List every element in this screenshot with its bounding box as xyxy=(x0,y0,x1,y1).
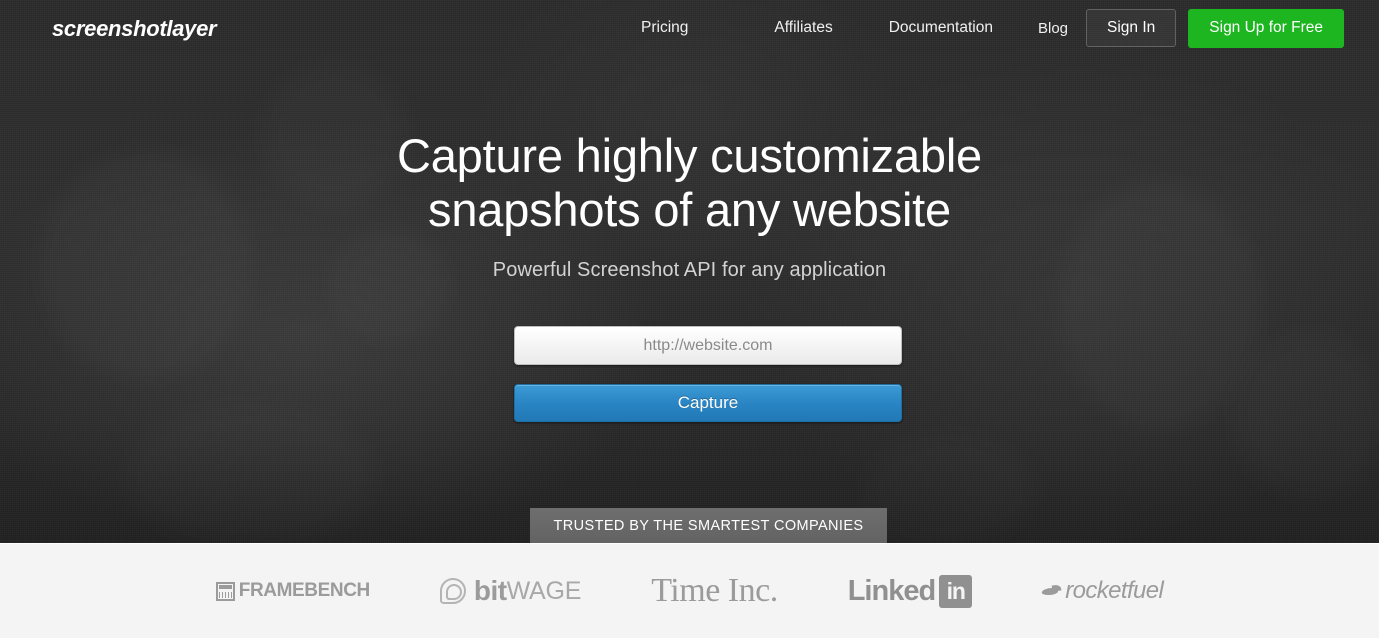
nav-link-pricing[interactable]: Pricing xyxy=(641,19,688,37)
site-header: screenshotlayer Pricing Affiliates Docum… xyxy=(0,0,1379,56)
headline-line-2: snapshots of any website xyxy=(428,183,951,236)
nav-link-documentation[interactable]: Documentation xyxy=(889,19,993,37)
client-logo-linkedin: Linked in xyxy=(847,574,973,608)
bitwage-label-bold: bit xyxy=(473,575,507,606)
sign-up-button[interactable]: Sign Up for Free xyxy=(1188,8,1344,48)
page-title: Capture highly customizable snapshots of… xyxy=(0,129,1379,237)
bitwage-spiral-b-icon xyxy=(439,578,466,604)
rocketfuel-label: rocketfuel xyxy=(1065,577,1164,604)
nav-link-blog[interactable]: Blog xyxy=(1038,20,1068,37)
brand-logo[interactable]: screenshotlayer xyxy=(52,16,217,42)
trusted-by-badge: TRUSTED BY THE SMARTEST COMPANIES xyxy=(530,508,887,543)
timeinc-label: Time Inc. xyxy=(651,572,778,609)
rocketfuel-bird-swoosh-icon xyxy=(1042,584,1062,598)
client-logo-framebench: FRAMEBENCH xyxy=(215,580,371,602)
linkedin-label: Linked xyxy=(847,574,936,607)
primary-navigation: Pricing Affiliates Documentation Blog Si… xyxy=(641,0,1344,56)
framebench-window-grid-icon xyxy=(215,581,235,601)
hero-subtitle: Powerful Screenshot API for any applicat… xyxy=(492,259,887,281)
framebench-label: FRAMEBENCH xyxy=(238,580,371,601)
capture-button[interactable]: Capture xyxy=(514,384,902,422)
client-logo-bitwage: bit WAGE xyxy=(439,575,582,607)
client-logo-strip: FRAMEBENCH bit WAGE Time Inc. Linked in … xyxy=(0,543,1379,638)
page-root: screenshotlayer Pricing Affiliates Docum… xyxy=(0,0,1379,638)
client-logo-rocketfuel: rocketfuel xyxy=(1042,577,1164,605)
bitwage-label-light: WAGE xyxy=(506,576,582,605)
client-logo-timeinc: Time Inc. xyxy=(651,572,778,610)
linkedin-in-box-icon: in xyxy=(939,574,973,608)
url-input[interactable] xyxy=(514,326,902,365)
nav-link-affiliates[interactable]: Affiliates xyxy=(774,19,832,37)
sign-in-button[interactable]: Sign In xyxy=(1086,9,1177,47)
headline-line-1: Capture highly customizable xyxy=(396,129,982,182)
